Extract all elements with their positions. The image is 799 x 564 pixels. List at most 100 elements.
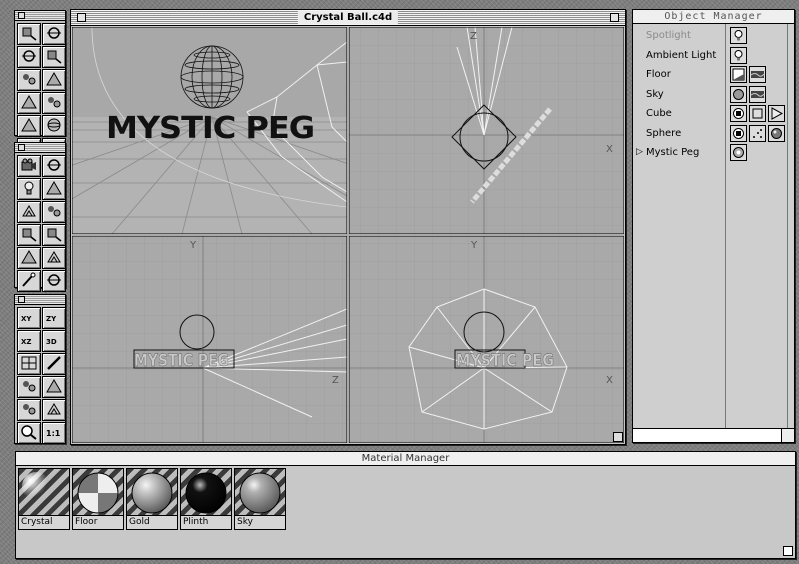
texture-tag-icon[interactable] bbox=[749, 85, 766, 103]
anchor-tool-button[interactable] bbox=[17, 115, 41, 137]
object-row[interactable]: Spotlight bbox=[633, 26, 794, 46]
material-manager-title[interactable]: Material Manager bbox=[16, 452, 795, 466]
object-name[interactable]: Mystic Peg bbox=[646, 147, 699, 158]
sphere-tool-tool-button[interactable] bbox=[42, 115, 66, 137]
render-all-icon bbox=[45, 378, 63, 397]
render-region-tool-button[interactable] bbox=[17, 376, 41, 398]
object-icon[interactable] bbox=[730, 144, 747, 161]
light-icon[interactable] bbox=[730, 27, 747, 44]
light-icon[interactable] bbox=[730, 46, 747, 64]
material-swatch[interactable]: Sky bbox=[234, 468, 286, 530]
object-row[interactable]: Floor bbox=[633, 65, 794, 85]
play-icon[interactable] bbox=[768, 105, 785, 122]
window-close-box[interactable] bbox=[77, 13, 86, 22]
top-viewport: X Z bbox=[349, 27, 624, 234]
magnifier-tool-button[interactable] bbox=[17, 422, 41, 444]
camera-icon bbox=[20, 157, 38, 176]
svg-text:XZ: XZ bbox=[21, 338, 31, 346]
view-xz-tool-button[interactable]: XZ bbox=[17, 330, 41, 352]
primitive-icon[interactable] bbox=[730, 105, 747, 122]
axis-tool-button[interactable] bbox=[42, 178, 66, 200]
object-name[interactable]: Ambient Light bbox=[646, 50, 716, 61]
anchor-icon bbox=[20, 117, 38, 136]
svg-text:1:1: 1:1 bbox=[46, 429, 61, 438]
object-row[interactable]: Cube bbox=[633, 104, 794, 124]
perspective-logo-text: MYSTIC PEG bbox=[106, 111, 314, 146]
close-box[interactable] bbox=[18, 296, 25, 303]
close-box[interactable] bbox=[18, 144, 25, 151]
object-name[interactable]: Sky bbox=[646, 89, 664, 100]
primitive-icon[interactable] bbox=[730, 124, 747, 142]
window-zoom-box[interactable] bbox=[610, 13, 619, 22]
view-xy-icon: XY bbox=[20, 309, 38, 328]
light-tool-button[interactable] bbox=[17, 178, 41, 200]
texture-tag-icon[interactable] bbox=[749, 66, 766, 83]
pencil-tool-button[interactable] bbox=[42, 353, 66, 375]
bone-tool-button[interactable] bbox=[17, 247, 41, 269]
y-axis-lock-tool-button[interactable] bbox=[17, 92, 41, 114]
one-to-one-tool-button[interactable]: 1:1 bbox=[42, 422, 66, 444]
palette-title-bar[interactable] bbox=[15, 143, 65, 153]
object-name[interactable]: Spotlight bbox=[646, 30, 691, 41]
object-manager-title[interactable]: Object Manager bbox=[633, 10, 794, 24]
object-name[interactable]: Sphere bbox=[646, 128, 681, 139]
panel-resize-box[interactable] bbox=[783, 546, 793, 556]
skeleton-tool-button[interactable] bbox=[42, 247, 66, 269]
sphere-tag-icon[interactable] bbox=[768, 124, 785, 142]
close-box[interactable] bbox=[18, 12, 25, 19]
move-camera-icon bbox=[20, 25, 38, 44]
texture-mode-tool-button[interactable] bbox=[42, 201, 66, 223]
texture-mode-icon bbox=[45, 203, 63, 222]
material-swatch[interactable]: Gold bbox=[126, 468, 178, 530]
view-xy-tool-button[interactable]: XY bbox=[17, 307, 41, 329]
cube-icon[interactable] bbox=[749, 105, 766, 122]
viewport-area[interactable]: MYSTIC PEG X Z MYSTIC PEG Y Z MYSTIC PEG… bbox=[72, 27, 624, 443]
view-xz-icon: XZ bbox=[20, 332, 38, 351]
material-swatch[interactable]: Plinth bbox=[180, 468, 232, 530]
view-3d-tool-button[interactable]: 3D bbox=[42, 330, 66, 352]
world-coords-tool-button[interactable] bbox=[42, 92, 66, 114]
window-resize-box[interactable] bbox=[613, 432, 623, 442]
sky-icon[interactable] bbox=[730, 85, 747, 103]
render-all-tool-button[interactable] bbox=[42, 376, 66, 398]
window-title-bar[interactable]: Crystal Ball.c4d bbox=[71, 10, 625, 26]
view-zy-tool-button[interactable]: ZY bbox=[42, 307, 66, 329]
magic-wand-tool-button[interactable] bbox=[17, 270, 41, 292]
object-mode-tool-button[interactable] bbox=[17, 201, 41, 223]
palette-title-bar[interactable] bbox=[15, 11, 65, 21]
z-axis-lock-icon bbox=[45, 71, 63, 90]
magnifier-icon bbox=[20, 424, 38, 443]
rotate-tool-button[interactable] bbox=[42, 46, 66, 68]
object-row[interactable]: ▷ Mystic Peg bbox=[633, 143, 794, 163]
viewport-canvas[interactable]: MYSTIC PEG X Z MYSTIC PEG Y Z MYSTIC PEG… bbox=[72, 27, 624, 443]
render-tool-button[interactable] bbox=[42, 155, 66, 177]
object-name[interactable]: Floor bbox=[646, 69, 671, 80]
top-x-axis-label: X bbox=[606, 144, 613, 155]
object-row[interactable]: Sphere bbox=[633, 124, 794, 144]
save-tool-button[interactable] bbox=[17, 399, 41, 421]
expand-triangle-icon[interactable]: ▷ bbox=[636, 147, 643, 157]
edit-polygons-tool-button[interactable] bbox=[42, 224, 66, 246]
points-icon[interactable] bbox=[749, 124, 766, 142]
camera-tool-button[interactable] bbox=[17, 155, 41, 177]
hierarchy-tool-button[interactable] bbox=[42, 270, 66, 292]
material-swatch[interactable]: Floor bbox=[72, 468, 124, 530]
material-swatch[interactable]: Crystal bbox=[18, 468, 70, 530]
z-axis-lock-tool-button[interactable] bbox=[42, 69, 66, 91]
edit-points-tool-button[interactable] bbox=[17, 224, 41, 246]
move-camera-tool-button[interactable] bbox=[17, 23, 41, 45]
object-name[interactable]: Cube bbox=[646, 108, 672, 119]
zoom-camera-tool-button[interactable] bbox=[17, 46, 41, 68]
floor-icon[interactable] bbox=[730, 66, 747, 83]
rotate-camera-tool-button[interactable] bbox=[42, 23, 66, 45]
render-view-tool-button[interactable] bbox=[42, 399, 66, 421]
palette-title-bar[interactable] bbox=[15, 295, 65, 305]
axis-icon bbox=[45, 180, 63, 199]
scroll-box[interactable] bbox=[781, 429, 794, 442]
svg-text:XY: XY bbox=[21, 315, 32, 323]
x-axis-lock-tool-button[interactable] bbox=[17, 69, 41, 91]
four-views-tool-button[interactable] bbox=[17, 353, 41, 375]
object-row[interactable]: Sky bbox=[633, 85, 794, 105]
object-row[interactable]: Ambient Light bbox=[633, 46, 794, 66]
light-icon bbox=[20, 180, 38, 199]
